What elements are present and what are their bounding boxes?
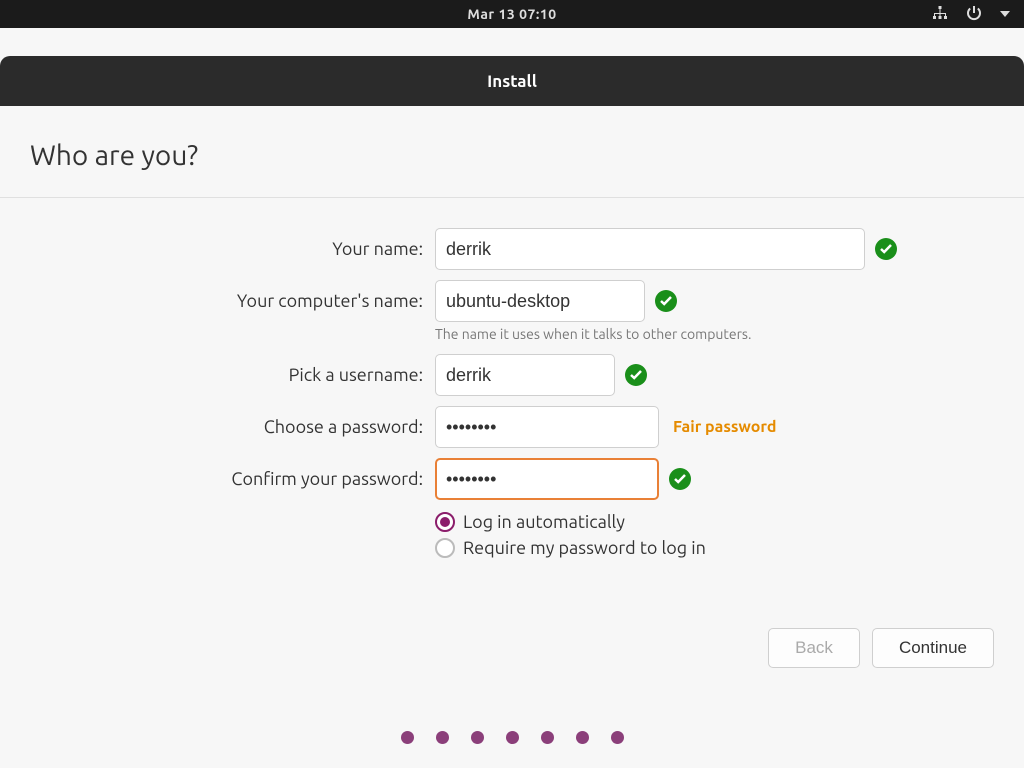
username-input[interactable] [435, 354, 615, 396]
page-title: Who are you? [30, 130, 994, 197]
progress-dot [611, 731, 624, 744]
confirm-password-input[interactable] [435, 458, 659, 500]
password-input[interactable] [435, 406, 659, 448]
progress-dots [0, 731, 1024, 744]
name-input[interactable] [435, 228, 865, 270]
window-titlebar: Install [0, 56, 1024, 106]
continue-button[interactable]: Continue [872, 628, 994, 668]
installer-page: Who are you? Your name: Your computer's … [0, 106, 1024, 768]
check-icon [655, 290, 677, 312]
progress-dot [401, 731, 414, 744]
system-top-bar: Mar 13 07:10 [0, 0, 1024, 28]
divider [0, 197, 1024, 198]
password-label: Choose a password: [30, 417, 425, 437]
password-strength: Fair password [673, 418, 776, 436]
clock: Mar 13 07:10 [467, 6, 556, 22]
user-form: Your name: Your computer's name: The nam… [30, 228, 994, 558]
username-label: Pick a username: [30, 365, 425, 385]
power-icon[interactable] [966, 5, 982, 24]
check-icon [669, 468, 691, 490]
check-icon [625, 364, 647, 386]
progress-dot [506, 731, 519, 744]
progress-dot [541, 731, 554, 744]
hostname-hint: The name it uses when it talks to other … [435, 326, 994, 342]
confirm-password-label: Confirm your password: [30, 469, 425, 489]
login-require-label: Require my password to log in [463, 538, 706, 558]
progress-dot [471, 731, 484, 744]
check-icon [875, 238, 897, 260]
login-auto-radio[interactable] [435, 512, 455, 532]
login-auto-label: Log in automatically [463, 512, 625, 532]
name-label: Your name: [30, 239, 425, 259]
progress-dot [576, 731, 589, 744]
network-icon[interactable] [932, 5, 948, 24]
hostname-label: Your computer's name: [30, 291, 425, 311]
back-button[interactable]: Back [768, 628, 860, 668]
system-tray [932, 0, 1010, 28]
hostname-input[interactable] [435, 280, 645, 322]
login-require-radio[interactable] [435, 538, 455, 558]
window-title: Install [487, 72, 537, 91]
progress-dot [436, 731, 449, 744]
nav-buttons: Back Continue [768, 628, 994, 668]
caret-down-icon[interactable] [1000, 11, 1010, 17]
